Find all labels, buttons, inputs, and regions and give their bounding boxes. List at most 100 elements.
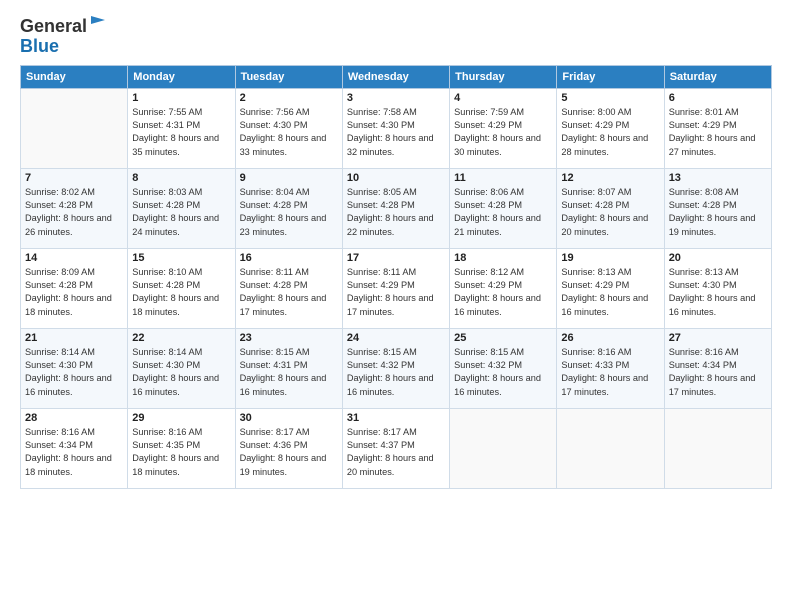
day-cell (664, 408, 771, 488)
logo-general-text: General (20, 16, 87, 36)
day-number: 18 (454, 252, 552, 264)
day-cell: 24 Sunrise: 8:15 AMSunset: 4:32 PMDayligh… (342, 328, 449, 408)
day-cell: 15 Sunrise: 8:10 AMSunset: 4:28 PMDayligh… (128, 248, 235, 328)
day-number: 29 (132, 412, 230, 424)
week-row-2: 7 Sunrise: 8:02 AMSunset: 4:28 PMDaylight… (21, 168, 772, 248)
day-number: 2 (240, 92, 338, 104)
day-info: Sunrise: 8:16 AMSunset: 4:33 PMDaylight:… (561, 346, 659, 399)
day-info: Sunrise: 8:07 AMSunset: 4:28 PMDaylight:… (561, 186, 659, 239)
logo: General Blue (20, 16, 107, 57)
day-info: Sunrise: 8:05 AMSunset: 4:28 PMDaylight:… (347, 186, 445, 239)
day-number: 17 (347, 252, 445, 264)
day-cell: 6 Sunrise: 8:01 AMSunset: 4:29 PMDaylight… (664, 88, 771, 168)
day-cell: 23 Sunrise: 8:15 AMSunset: 4:31 PMDayligh… (235, 328, 342, 408)
day-cell: 14 Sunrise: 8:09 AMSunset: 4:28 PMDayligh… (21, 248, 128, 328)
day-number: 19 (561, 252, 659, 264)
logo-blue-text: Blue (20, 36, 59, 56)
day-cell: 9 Sunrise: 8:04 AMSunset: 4:28 PMDaylight… (235, 168, 342, 248)
day-number: 22 (132, 332, 230, 344)
weekday-header-tuesday: Tuesday (235, 65, 342, 88)
day-cell: 20Sunrise: 8:13 AMSunset: 4:30 PMDayligh… (664, 248, 771, 328)
day-cell: 29 Sunrise: 8:16 AMSunset: 4:35 PMDayligh… (128, 408, 235, 488)
day-info: Sunrise: 8:02 AMSunset: 4:28 PMDaylight:… (25, 186, 123, 239)
day-info: Sunrise: 8:04 AMSunset: 4:28 PMDaylight:… (240, 186, 338, 239)
day-cell: 26 Sunrise: 8:16 AMSunset: 4:33 PMDayligh… (557, 328, 664, 408)
day-cell (557, 408, 664, 488)
day-number: 27 (669, 332, 767, 344)
day-cell: 30Sunrise: 8:17 AMSunset: 4:36 PMDayligh… (235, 408, 342, 488)
day-cell: 11 Sunrise: 8:06 AMSunset: 4:28 PMDayligh… (450, 168, 557, 248)
day-cell: 12 Sunrise: 8:07 AMSunset: 4:28 PMDayligh… (557, 168, 664, 248)
day-cell: 31Sunrise: 8:17 AMSunset: 4:37 PMDayligh… (342, 408, 449, 488)
weekday-header-sunday: Sunday (21, 65, 128, 88)
calendar-table: SundayMondayTuesdayWednesdayThursdayFrid… (20, 65, 772, 489)
day-number: 11 (454, 172, 552, 184)
day-cell: 3 Sunrise: 7:58 AMSunset: 4:30 PMDaylight… (342, 88, 449, 168)
day-info: Sunrise: 7:56 AMSunset: 4:30 PMDaylight:… (240, 106, 338, 159)
day-cell: 8 Sunrise: 8:03 AMSunset: 4:28 PMDaylight… (128, 168, 235, 248)
day-number: 12 (561, 172, 659, 184)
day-info: Sunrise: 8:13 AMSunset: 4:30 PMDaylight:… (669, 266, 767, 319)
day-info: Sunrise: 7:59 AMSunset: 4:29 PMDaylight:… (454, 106, 552, 159)
day-cell: 13 Sunrise: 8:08 AMSunset: 4:28 PMDayligh… (664, 168, 771, 248)
logo-flag-icon (89, 14, 107, 32)
day-number: 8 (132, 172, 230, 184)
day-number: 4 (454, 92, 552, 104)
day-info: Sunrise: 8:15 AMSunset: 4:31 PMDaylight:… (240, 346, 338, 399)
day-cell: 19 Sunrise: 8:13 AMSunset: 4:29 PMDayligh… (557, 248, 664, 328)
day-number: 14 (25, 252, 123, 264)
day-cell: 16Sunrise: 8:11 AMSunset: 4:28 PMDayligh… (235, 248, 342, 328)
header: General Blue (20, 16, 772, 57)
day-number: 23 (240, 332, 338, 344)
day-info: Sunrise: 8:16 AMSunset: 4:35 PMDaylight:… (132, 426, 230, 479)
day-info: Sunrise: 8:15 AMSunset: 4:32 PMDaylight:… (347, 346, 445, 399)
day-cell: 28Sunrise: 8:16 AMSunset: 4:34 PMDayligh… (21, 408, 128, 488)
day-number: 3 (347, 92, 445, 104)
day-cell: 5 Sunrise: 8:00 AMSunset: 4:29 PMDaylight… (557, 88, 664, 168)
day-info: Sunrise: 8:17 AMSunset: 4:36 PMDaylight:… (240, 426, 338, 479)
day-cell: 4 Sunrise: 7:59 AMSunset: 4:29 PMDaylight… (450, 88, 557, 168)
weekday-header-row: SundayMondayTuesdayWednesdayThursdayFrid… (21, 65, 772, 88)
weekday-header-monday: Monday (128, 65, 235, 88)
day-number: 7 (25, 172, 123, 184)
week-row-5: 28Sunrise: 8:16 AMSunset: 4:34 PMDayligh… (21, 408, 772, 488)
day-info: Sunrise: 7:58 AMSunset: 4:30 PMDaylight:… (347, 106, 445, 159)
day-info: Sunrise: 8:14 AMSunset: 4:30 PMDaylight:… (25, 346, 123, 399)
day-number: 24 (347, 332, 445, 344)
day-info: Sunrise: 8:16 AMSunset: 4:34 PMDaylight:… (25, 426, 123, 479)
day-info: Sunrise: 8:13 AMSunset: 4:29 PMDaylight:… (561, 266, 659, 319)
day-number: 13 (669, 172, 767, 184)
week-row-3: 14 Sunrise: 8:09 AMSunset: 4:28 PMDayligh… (21, 248, 772, 328)
day-number: 25 (454, 332, 552, 344)
day-number: 16 (240, 252, 338, 264)
page: General Blue SundayMondayTuesdayWednesda… (0, 0, 792, 612)
day-info: Sunrise: 8:00 AMSunset: 4:29 PMDaylight:… (561, 106, 659, 159)
day-info: Sunrise: 8:10 AMSunset: 4:28 PMDaylight:… (132, 266, 230, 319)
day-number: 31 (347, 412, 445, 424)
weekday-header-friday: Friday (557, 65, 664, 88)
day-number: 9 (240, 172, 338, 184)
day-cell: 27 Sunrise: 8:16 AMSunset: 4:34 PMDayligh… (664, 328, 771, 408)
day-cell: 10Sunrise: 8:05 AMSunset: 4:28 PMDayligh… (342, 168, 449, 248)
day-cell: 22 Sunrise: 8:14 AMSunset: 4:30 PMDayligh… (128, 328, 235, 408)
day-info: Sunrise: 8:01 AMSunset: 4:29 PMDaylight:… (669, 106, 767, 159)
day-info: Sunrise: 8:03 AMSunset: 4:28 PMDaylight:… (132, 186, 230, 239)
day-info: Sunrise: 7:55 AMSunset: 4:31 PMDaylight:… (132, 106, 230, 159)
day-info: Sunrise: 8:14 AMSunset: 4:30 PMDaylight:… (132, 346, 230, 399)
day-number: 6 (669, 92, 767, 104)
day-number: 15 (132, 252, 230, 264)
day-info: Sunrise: 8:06 AMSunset: 4:28 PMDaylight:… (454, 186, 552, 239)
day-number: 5 (561, 92, 659, 104)
day-cell: 25 Sunrise: 8:15 AMSunset: 4:32 PMDayligh… (450, 328, 557, 408)
day-cell: 17Sunrise: 8:11 AMSunset: 4:29 PMDayligh… (342, 248, 449, 328)
day-info: Sunrise: 8:08 AMSunset: 4:28 PMDaylight:… (669, 186, 767, 239)
day-info: Sunrise: 8:09 AMSunset: 4:28 PMDaylight:… (25, 266, 123, 319)
day-cell (21, 88, 128, 168)
day-info: Sunrise: 8:16 AMSunset: 4:34 PMDaylight:… (669, 346, 767, 399)
day-number: 26 (561, 332, 659, 344)
week-row-1: 1Sunrise: 7:55 AMSunset: 4:31 PMDaylight… (21, 88, 772, 168)
day-cell: 7 Sunrise: 8:02 AMSunset: 4:28 PMDaylight… (21, 168, 128, 248)
day-info: Sunrise: 8:15 AMSunset: 4:32 PMDaylight:… (454, 346, 552, 399)
day-cell: 2 Sunrise: 7:56 AMSunset: 4:30 PMDaylight… (235, 88, 342, 168)
weekday-header-thursday: Thursday (450, 65, 557, 88)
